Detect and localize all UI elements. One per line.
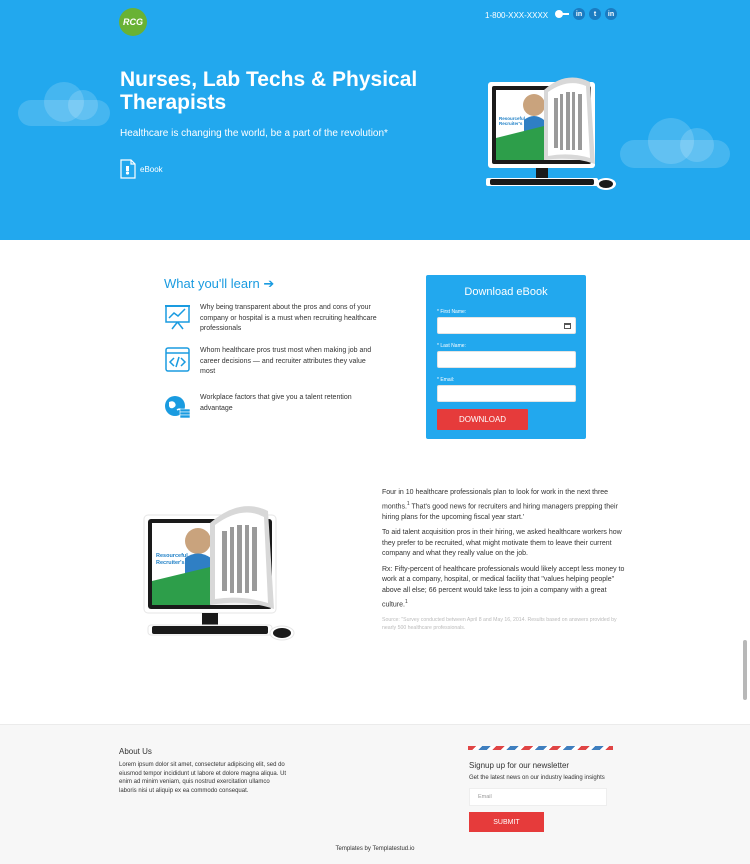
code-window-icon xyxy=(165,347,190,372)
arrow-right-icon: ➔ xyxy=(263,276,275,291)
article-text-span: Rx: Fifty-percent of healthcare professi… xyxy=(382,565,625,608)
newsletter-email-input[interactable]: Email xyxy=(469,788,607,806)
learn-item: Whom healthcare pros trust most when mak… xyxy=(164,346,379,378)
linkedin-icon[interactable]: in xyxy=(573,8,585,20)
decorative-stripe xyxy=(468,746,613,750)
learn-heading-text: What you'll learn xyxy=(164,276,260,291)
about-text: Lorem ipsum dolor sit amet, consectetur … xyxy=(119,762,287,794)
last-name-label: * Last Name: xyxy=(437,343,466,349)
form-title: Download eBook xyxy=(464,286,548,298)
ebook-file-icon xyxy=(120,159,136,179)
scrollbar[interactable] xyxy=(743,640,747,700)
email-label: * Email: xyxy=(437,377,455,383)
linkedin-icon[interactable]: in xyxy=(605,8,617,20)
book-cover-text: Recruiter's xyxy=(156,560,185,566)
article-paragraph: To aid talent acquisition pros in their … xyxy=(382,529,622,558)
learn-item-text: Whom healthcare pros trust most when mak… xyxy=(200,347,372,375)
learn-item-text: Workplace factors that give you a talent… xyxy=(200,394,352,412)
logo[interactable]: RCG xyxy=(119,8,147,36)
learn-item: Why being transparent about the pros and… xyxy=(164,303,379,335)
first-name-input[interactable] xyxy=(437,317,576,334)
social-links: in t in xyxy=(555,8,617,20)
newsletter-subtitle: Get the latest news on our industry lead… xyxy=(469,775,605,781)
book-cover-text: Resourceful xyxy=(156,553,188,559)
twitter-icon[interactable]: t xyxy=(589,8,601,20)
footer-credit[interactable]: Templates by Templatestud.io xyxy=(0,846,750,852)
article-text: Four in 10 healthcare professionals plan… xyxy=(382,488,628,637)
computer-ebook-illustration: Resourceful Recruiter's xyxy=(143,506,295,641)
computer-ebook-illustration: Resourceful Recruiter's xyxy=(486,77,616,190)
article-text-span: That's good news for recruiters and hiri… xyxy=(382,502,618,521)
learn-item: Workplace factors that give you a talent… xyxy=(164,393,379,420)
ebook-badge: eBook xyxy=(120,159,163,179)
key-icon[interactable] xyxy=(555,10,569,18)
about-title: About Us xyxy=(119,747,152,756)
learn-heading: What you'll learn ➔ xyxy=(164,276,274,292)
cloud-decoration xyxy=(18,82,110,126)
submit-button[interactable]: SUBMIT xyxy=(469,812,544,832)
hero-banner: RCG 1-800-XXX-XXXX in t in Nurses, Lab T… xyxy=(0,0,750,240)
phone-number[interactable]: 1-800-XXX-XXXX xyxy=(485,11,548,20)
first-name-label: * First Name: xyxy=(437,309,467,315)
source-note: Source: "Survey conducted between April … xyxy=(382,616,617,631)
globe-stack-icon xyxy=(165,396,191,419)
ebook-badge-label: eBook xyxy=(140,164,163,174)
page-title: Nurses, Lab Techs & Physical Therapists xyxy=(120,68,418,114)
calendar-icon[interactable] xyxy=(564,323,571,329)
article-paragraph: Four in 10 healthcare professionals plan… xyxy=(382,488,628,523)
last-name-input[interactable] xyxy=(437,351,576,368)
book-cover-text: Recruiter's xyxy=(499,121,523,126)
article-paragraph: Rx: Fifty-percent of healthcare professi… xyxy=(382,565,628,611)
newsletter-title: Signup up for our newsletter xyxy=(469,761,570,770)
footer xyxy=(0,724,750,864)
learn-item-text: Why being transparent about the pros and… xyxy=(200,304,377,332)
email-input[interactable] xyxy=(437,385,576,402)
footnote-marker: 1 xyxy=(404,598,408,605)
presentation-chart-icon xyxy=(165,305,190,330)
hero-subtitle: Healthcare is changing the world, be a p… xyxy=(120,128,388,139)
download-button[interactable]: DOWNLOAD xyxy=(437,409,528,430)
